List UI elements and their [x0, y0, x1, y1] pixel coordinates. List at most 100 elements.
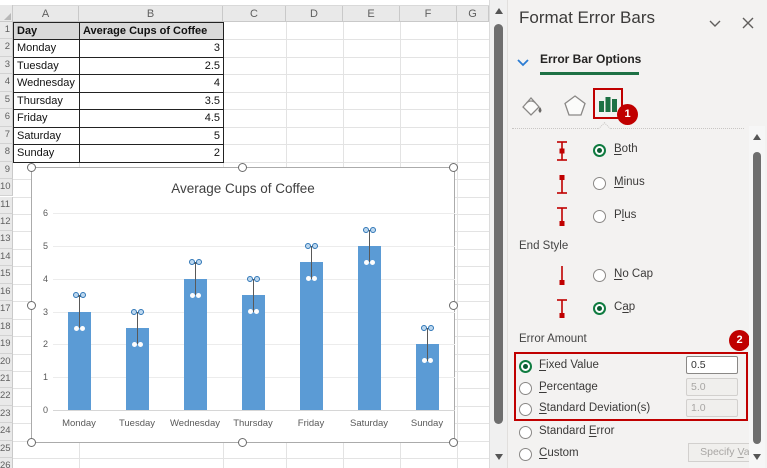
column-header-E[interactable]: E	[343, 6, 400, 22]
row-header-12[interactable]: 12	[0, 214, 13, 231]
table-cell[interactable]: Friday	[14, 110, 80, 127]
chart-bar-thursday[interactable]	[242, 295, 265, 410]
scroll-up-icon[interactable]	[495, 8, 503, 14]
row-header-20[interactable]: 20	[0, 354, 13, 371]
table-cell[interactable]: Tuesday	[14, 58, 80, 75]
column-header-D[interactable]: D	[286, 6, 343, 22]
row-header-26[interactable]: 26	[0, 458, 13, 468]
radio-percentage[interactable]	[519, 382, 532, 395]
table-cell[interactable]: Monday	[14, 40, 80, 57]
chart-title[interactable]: Average Cups of Coffee	[32, 181, 454, 196]
radio-fixed-value[interactable]	[519, 360, 532, 373]
row-header-3[interactable]: 3	[0, 57, 13, 74]
chart-handle-top-right[interactable]	[449, 163, 458, 172]
row-header-7[interactable]: 7	[0, 127, 13, 144]
radio-standard-deviation[interactable]	[519, 403, 532, 416]
chart-area[interactable]: Average Cups of Coffee 0123456MondayTues…	[31, 167, 455, 443]
chevron-down-icon[interactable]	[708, 14, 726, 32]
radio-standard-error[interactable]	[519, 426, 532, 439]
table-cell[interactable]: 4	[80, 75, 224, 92]
chart-handle-mid-right[interactable]	[449, 301, 458, 310]
worksheet[interactable]: ABCDEFG 12345678910111213141516171819202…	[0, 0, 489, 468]
fill-bucket-icon[interactable]	[517, 91, 545, 124]
scroll-down-icon[interactable]	[495, 454, 503, 460]
row-header-6[interactable]: 6	[0, 109, 13, 126]
sheet-vertical-scrollbar[interactable]	[489, 0, 507, 468]
chart-handle-bottom-right[interactable]	[449, 438, 458, 447]
row-header-15[interactable]: 15	[0, 266, 13, 283]
row-header-14[interactable]: 14	[0, 249, 13, 266]
fixed-value-input[interactable]	[686, 356, 738, 374]
table-cell[interactable]: Saturday	[14, 128, 80, 145]
row-header-10[interactable]: 10	[0, 179, 13, 196]
table-cell[interactable]: Wednesday	[14, 75, 80, 92]
table-header-cell[interactable]: Average Cups of Coffee	[80, 23, 224, 40]
error-bar[interactable]	[79, 295, 80, 328]
row-header-13[interactable]: 13	[0, 231, 13, 248]
row-header-11[interactable]: 11	[0, 197, 13, 214]
radio-minus[interactable]	[593, 177, 606, 190]
column-header-G[interactable]: G	[457, 6, 489, 22]
chart-handle-top-mid[interactable]	[238, 163, 247, 172]
error-bar[interactable]	[137, 312, 138, 345]
row-header-16[interactable]: 16	[0, 284, 13, 301]
row-header-22[interactable]: 22	[0, 388, 13, 405]
row-header-24[interactable]: 24	[0, 423, 13, 440]
column-header-C[interactable]: C	[223, 6, 286, 22]
table-cell[interactable]: Thursday	[14, 93, 80, 110]
row-header-17[interactable]: 17	[0, 301, 13, 318]
row-header-8[interactable]: 8	[0, 144, 13, 161]
table-cell[interactable]: 3.5	[80, 93, 224, 110]
chart-bar-friday[interactable]	[300, 262, 323, 410]
row-header-19[interactable]: 19	[0, 336, 13, 353]
row-header-5[interactable]: 5	[0, 92, 13, 109]
row-header-25[interactable]: 25	[0, 441, 13, 458]
row-header-23[interactable]: 23	[0, 406, 13, 423]
radio-cap[interactable]	[593, 302, 606, 315]
table-cell[interactable]: 2	[80, 145, 224, 162]
column-header-B[interactable]: B	[79, 6, 223, 22]
error-bar[interactable]	[311, 246, 312, 279]
error-bar[interactable]	[427, 328, 428, 361]
column-header-A[interactable]: A	[13, 6, 79, 22]
row-header-4[interactable]: 4	[0, 74, 13, 91]
error-bar[interactable]	[253, 279, 254, 312]
chart-handle-mid-left[interactable]	[27, 301, 36, 310]
table-cell[interactable]: 3	[80, 40, 224, 57]
table-header-cell[interactable]: Day	[14, 23, 80, 40]
table-cell[interactable]: 4.5	[80, 110, 224, 127]
column-header-F[interactable]: F	[400, 6, 457, 22]
error-bar[interactable]	[369, 230, 370, 263]
panel-scroll-up-icon[interactable]	[753, 134, 761, 140]
radio-custom[interactable]	[519, 448, 532, 461]
sheet-scroll-thumb[interactable]	[494, 24, 503, 424]
chart-handle-bottom-mid[interactable]	[238, 438, 247, 447]
close-icon[interactable]	[741, 14, 759, 32]
row-header-21[interactable]: 21	[0, 371, 13, 388]
error-bar[interactable]	[195, 262, 196, 295]
chart-handle-bottom-left[interactable]	[27, 438, 36, 447]
error-bar-handle-dot	[80, 326, 85, 331]
pane-title: Format Error Bars	[519, 8, 655, 28]
table-cell[interactable]: 5	[80, 128, 224, 145]
chart-handle-top-left[interactable]	[27, 163, 36, 172]
row-header-9[interactable]: 9	[0, 162, 13, 179]
section-chevron-down-icon[interactable]	[517, 55, 530, 73]
radio-both[interactable]	[593, 144, 606, 157]
panel-scrollbar[interactable]	[749, 126, 765, 468]
panel-scroll-thumb[interactable]	[753, 152, 761, 444]
radio-plus[interactable]	[593, 210, 606, 223]
table-cell[interactable]: 2.5	[80, 58, 224, 75]
radio-no-cap[interactable]	[593, 269, 606, 282]
row-header-2[interactable]: 2	[0, 39, 13, 56]
chart-bar-saturday[interactable]	[358, 246, 381, 410]
row-header-1[interactable]: 1	[0, 22, 13, 39]
panel-scroll-down-icon[interactable]	[753, 454, 761, 460]
chart-bar-wednesday[interactable]	[184, 279, 207, 410]
row-header-18[interactable]: 18	[0, 319, 13, 336]
section-header[interactable]: Error Bar Options	[540, 52, 641, 66]
data-table[interactable]: DayAverage Cups of CoffeeMonday3Tuesday2…	[13, 22, 224, 163]
table-cell[interactable]: Sunday	[14, 145, 80, 162]
select-all-corner[interactable]	[0, 5, 13, 21]
pentagon-effects-icon[interactable]	[562, 93, 588, 124]
